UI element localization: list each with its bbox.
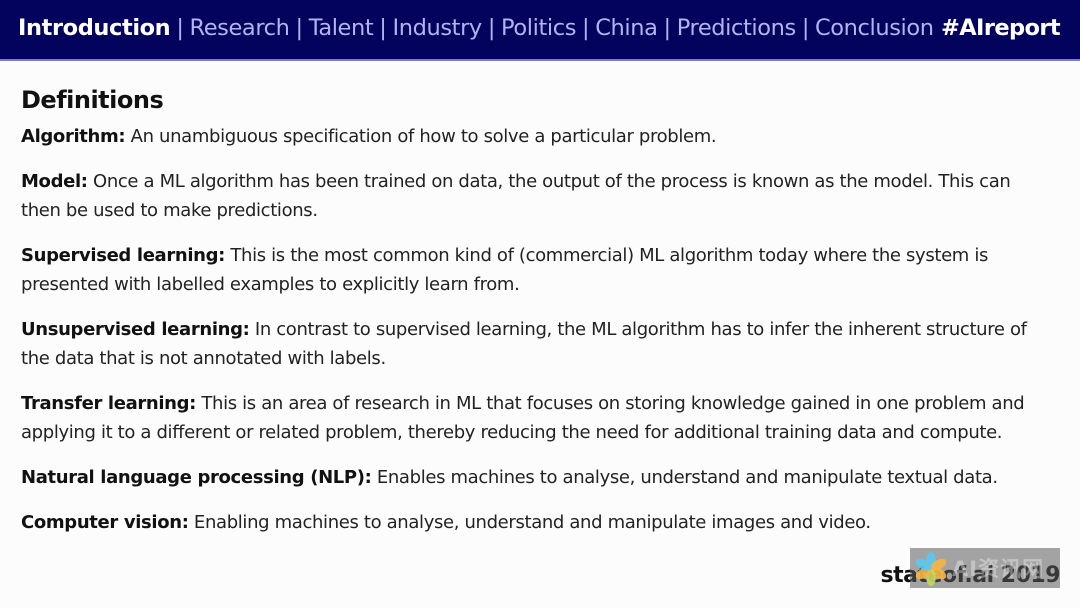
definition-term: Supervised learning: <box>21 245 226 266</box>
nav-separator: | <box>295 15 304 41</box>
nav-item-talent[interactable]: Talent <box>309 15 374 41</box>
definition-term: Unsupervised learning: <box>21 319 250 340</box>
nav-item-industry[interactable]: Industry <box>392 15 482 41</box>
nav-item-predictions[interactable]: Predictions <box>677 15 797 41</box>
definition-text: Enabling machines to analyse, understand… <box>188 512 871 533</box>
nav-separator: | <box>663 15 672 41</box>
definition-term: Natural language processing (NLP): <box>21 467 372 488</box>
definition-model: Model: Once a ML algorithm has been trai… <box>21 167 1051 225</box>
definition-algorithm: Algorithm: An unambiguous specification … <box>21 122 1051 151</box>
hashtag-label: #AIreport <box>940 15 1061 41</box>
page-title: Definitions <box>21 86 164 114</box>
nav-separator: | <box>176 15 184 41</box>
definition-computer-vision: Computer vision: Enabling machines to an… <box>21 508 1051 537</box>
definition-text: Enables machines to analyse, understand … <box>371 467 998 488</box>
nav-separator: | <box>379 15 387 41</box>
definition-supervised-learning: Supervised learning: This is the most co… <box>21 241 1051 299</box>
nav-item-research[interactable]: Research <box>190 15 290 41</box>
definition-term: Computer vision: <box>21 512 189 533</box>
watermark-flower-icon <box>915 551 947 587</box>
section-nav: Introduction | Research | Talent | Industry | Po… <box>18 15 934 41</box>
top-nav-bar: Introduction | Research | Talent | Industry | Po… <box>0 0 1080 61</box>
nav-item-introduction[interactable]: Introduction <box>18 15 171 41</box>
nav-separator: | <box>582 15 590 41</box>
nav-item-politics[interactable]: Politics <box>501 15 576 41</box>
nav-separator: | <box>801 15 810 41</box>
definition-nlp: Natural language processing (NLP): Enabl… <box>21 463 1051 492</box>
nav-item-conclusion[interactable]: Conclusion <box>815 15 934 41</box>
nav-item-china[interactable]: China <box>595 15 658 41</box>
definition-transfer-learning: Transfer learning: This is an area of re… <box>21 389 1051 447</box>
watermark-text: AI资讯网 <box>952 557 1045 581</box>
nav-separator: | <box>487 15 496 41</box>
definition-text: An unambiguous specification of how to s… <box>125 126 717 147</box>
definition-term: Algorithm: <box>21 126 126 147</box>
definitions-section: Definitions Algorithm: An unambiguous sp… <box>21 86 1051 553</box>
definition-text: Once a ML algorithm has been trained on … <box>21 171 1011 221</box>
definition-unsupervised-learning: Unsupervised learning: In contrast to su… <box>21 315 1051 373</box>
definition-term: Transfer learning: <box>21 393 197 414</box>
definition-term: Model: <box>21 171 88 192</box>
